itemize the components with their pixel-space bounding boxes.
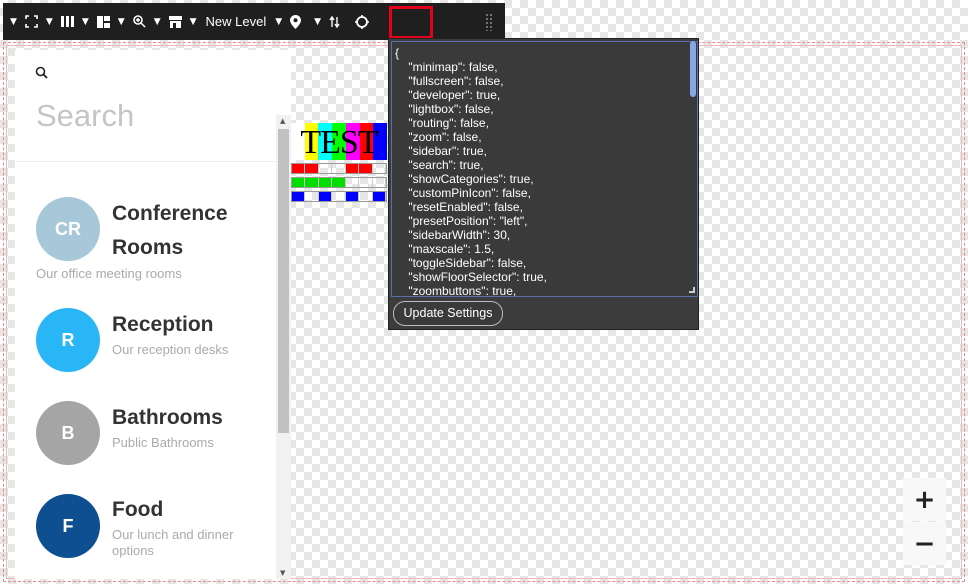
update-settings-button[interactable]: Update Settings: [393, 301, 503, 326]
chevron-down-icon[interactable]: ▼: [187, 17, 200, 27]
zoom-in-button[interactable]: +: [903, 478, 946, 521]
avatar: B: [36, 401, 100, 465]
category-description: Our office meeting rooms: [36, 266, 182, 281]
avatar: R: [36, 308, 100, 372]
sort-arrows-icon: [329, 15, 340, 28]
resize-handle-icon[interactable]: [689, 287, 695, 293]
category-description-line2: options: [112, 543, 154, 558]
zoom-out-button[interactable]: −: [903, 522, 946, 565]
category-bathrooms[interactable]: B Bathrooms Public Bathrooms: [15, 392, 273, 482]
level-selector[interactable]: New Level: [200, 14, 273, 29]
category-description: Public Bathrooms: [112, 435, 214, 450]
chevron-down-icon[interactable]: ▼: [79, 17, 92, 27]
store-tool[interactable]: [164, 3, 187, 40]
columns-tool[interactable]: [56, 3, 79, 40]
sidebar-scrollbar[interactable]: ▲ ▼: [276, 115, 291, 579]
chevron-down-icon[interactable]: ▼: [7, 17, 20, 27]
settings-panel: { "minimap": false, "fullscreen": false,…: [388, 38, 699, 330]
sidebar: CR Conference Rooms Our office meeting r…: [15, 50, 291, 579]
scrollbar-thumb[interactable]: [278, 129, 289, 433]
category-food[interactable]: F Food Our lunch and dinner options: [15, 484, 273, 579]
test-grid-blue: [291, 191, 387, 202]
target-tool[interactable]: [345, 3, 374, 40]
chevron-down-icon[interactable]: ▼: [306, 17, 324, 27]
chevron-down-icon[interactable]: ▼: [272, 17, 285, 27]
category-conference-rooms[interactable]: CR Conference Rooms Our office meeting r…: [15, 172, 273, 282]
category-description: Our reception desks: [112, 342, 229, 357]
category-title: Conference: [112, 202, 228, 225]
zoom-tool[interactable]: [128, 3, 151, 40]
layout-tool[interactable]: [92, 3, 115, 40]
toolbar-drag-handle-icon[interactable]: [485, 13, 493, 31]
chevron-down-icon[interactable]: ▼: [43, 17, 56, 27]
pin-tool[interactable]: [285, 3, 306, 40]
search-input[interactable]: [36, 94, 276, 138]
fullscreen-tool[interactable]: [20, 3, 43, 40]
category-reception[interactable]: R Reception Our reception desks: [15, 300, 273, 390]
zoom-in-icon: [132, 15, 146, 28]
search-panel: [15, 50, 291, 162]
category-title: Reception: [112, 313, 214, 336]
chevron-down-icon[interactable]: ▼: [115, 17, 128, 27]
columns-icon: [60, 16, 74, 27]
layout-grid-icon: [96, 15, 110, 28]
test-pattern-image: TEST: [291, 123, 388, 203]
chevron-down-icon[interactable]: ▼: [151, 17, 164, 27]
test-grid-green: [291, 177, 387, 188]
active-tool-highlight: [389, 6, 433, 39]
editor-scrollbar-thumb[interactable]: [690, 41, 696, 97]
category-title: Bathrooms: [112, 406, 223, 429]
settings-json-editor[interactable]: { "minimap": false, "fullscreen": false,…: [391, 41, 698, 297]
scroll-down-icon[interactable]: ▼: [280, 569, 285, 577]
search-icon: [35, 66, 48, 79]
expand-icon: [25, 15, 38, 28]
category-title: Food: [112, 498, 164, 521]
category-description: Our lunch and dinner: [112, 527, 234, 542]
category-title-line2: Rooms: [112, 236, 184, 259]
category-list: CR Conference Rooms Our office meeting r…: [15, 172, 273, 579]
location-pin-icon: [290, 14, 302, 29]
store-icon: [168, 15, 182, 28]
avatar: F: [36, 494, 100, 558]
test-grid-red: [291, 163, 387, 174]
scroll-up-icon[interactable]: ▲: [280, 117, 285, 125]
test-pattern-label: TEST: [300, 124, 378, 161]
crosshair-icon: [355, 14, 370, 29]
avatar: CR: [36, 197, 100, 261]
import-export-tool[interactable]: [324, 3, 345, 40]
